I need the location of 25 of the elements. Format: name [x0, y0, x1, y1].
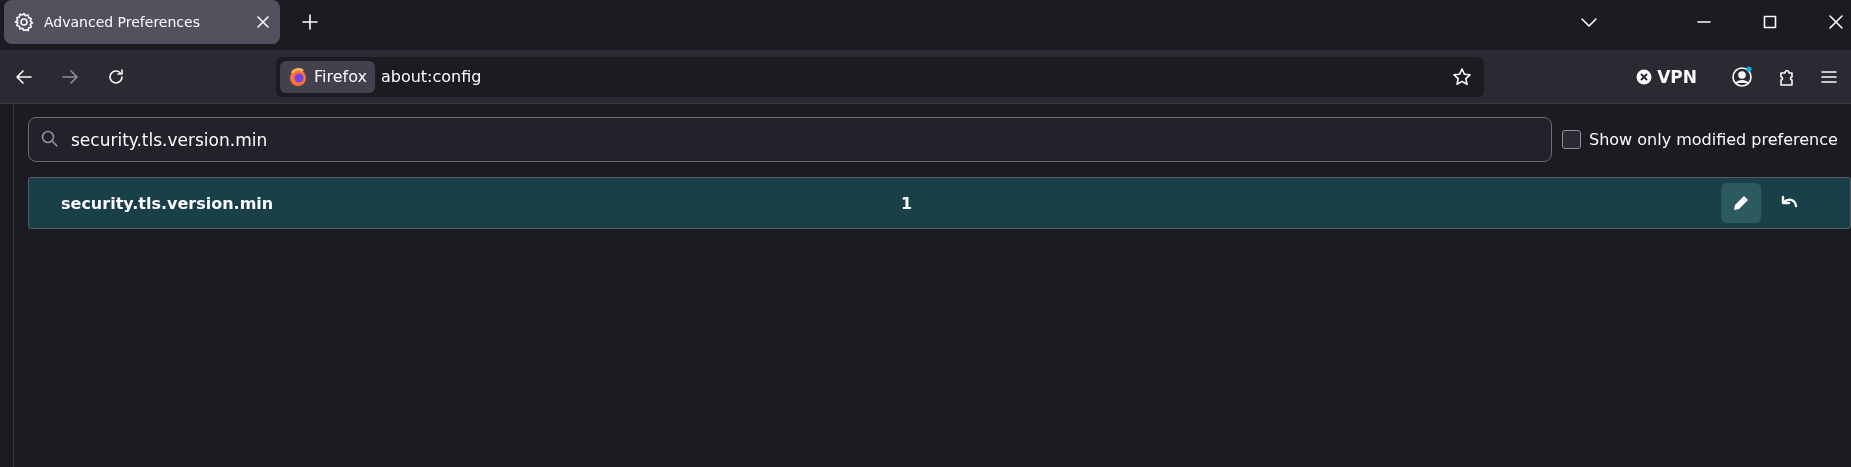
account-icon[interactable] [1731, 65, 1753, 88]
pencil-icon [1732, 194, 1750, 212]
maximize-icon[interactable] [1763, 15, 1777, 29]
close-window-icon[interactable] [1829, 15, 1843, 29]
edit-button[interactable] [1721, 183, 1761, 223]
blocked-icon [1636, 68, 1653, 85]
checkbox-label: Show only modified preference [1589, 130, 1838, 149]
preference-name: security.tls.version.min [61, 193, 275, 213]
preference-row[interactable]: security.tls.version.min 1 [28, 177, 1851, 229]
search-field[interactable]: security.tls.version.min [28, 117, 1552, 162]
browser-tab[interactable]: Advanced Preferences [4, 0, 280, 44]
gear-icon [14, 12, 34, 32]
address-bar[interactable]: Firefox about:config [276, 56, 1484, 97]
preference-value: 1 [901, 193, 914, 213]
identity-button[interactable]: Firefox [280, 60, 375, 93]
checkbox[interactable] [1562, 130, 1581, 149]
fox-logo-icon [288, 66, 308, 87]
search-icon [40, 129, 60, 149]
new-tab-icon[interactable] [300, 12, 320, 32]
tab-title: Advanced Preferences [44, 14, 201, 30]
close-tab-icon[interactable] [256, 15, 270, 29]
star-icon[interactable] [1452, 66, 1472, 87]
url-text: about:config [380, 67, 483, 86]
vpn-button[interactable]: VPN [1630, 65, 1703, 88]
reload-icon[interactable] [106, 66, 126, 87]
